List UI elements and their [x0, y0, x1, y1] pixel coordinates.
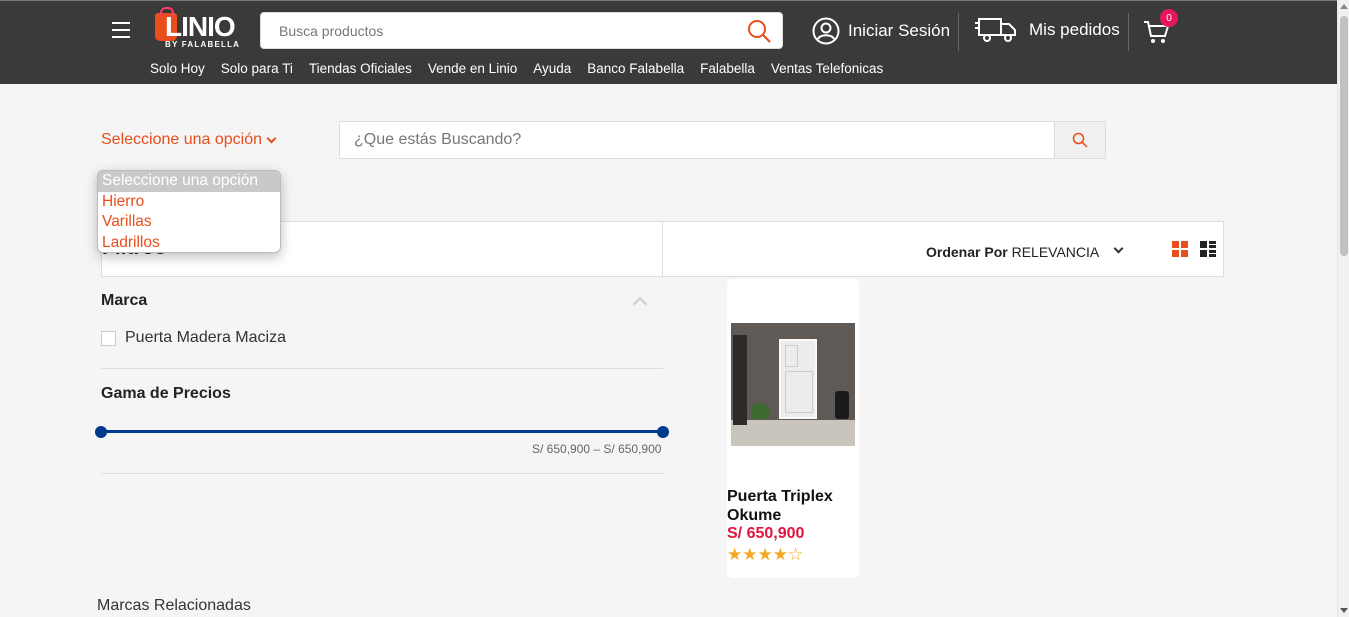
- main-search-input[interactable]: [340, 122, 1055, 158]
- price-slider-max-handle[interactable]: [657, 426, 669, 438]
- price-slider-track: [101, 430, 663, 433]
- search-icon: [1072, 132, 1088, 148]
- orders-link[interactable]: Mis pedidos: [975, 15, 1120, 45]
- product-image[interactable]: [731, 323, 855, 446]
- brand-checkbox[interactable]: [101, 330, 116, 346]
- nav-tiendas-oficiales[interactable]: Tiendas Oficiales: [309, 61, 412, 76]
- brand-filter-title: Marca: [101, 292, 148, 309]
- top-nav: Solo Hoy Solo para Ti Tiendas Oficiales …: [150, 61, 883, 76]
- list-view-icon[interactable]: [1200, 241, 1216, 257]
- related-brands-title: Marcas Relacionadas: [97, 597, 251, 614]
- nav-solo-para-ti[interactable]: Solo para Ti: [221, 61, 293, 76]
- scroll-down-arrow-icon[interactable]: [1340, 608, 1348, 613]
- divider: [1128, 13, 1129, 51]
- header-search: [260, 12, 783, 49]
- search-icon[interactable]: [746, 18, 772, 44]
- product-card[interactable]: Puerta Triplex Okume S/ 650,900 ★★★★☆: [727, 279, 859, 578]
- price-slider[interactable]: [95, 426, 669, 438]
- logo-text: LINIO: [165, 11, 236, 42]
- main-search-button[interactable]: [1054, 122, 1105, 158]
- orders-label: Mis pedidos: [1029, 20, 1120, 39]
- brand-option-label: Puerta Madera Maciza: [125, 329, 286, 346]
- price-slider-min-handle[interactable]: [95, 426, 107, 438]
- header-search-input[interactable]: [261, 13, 731, 48]
- main-search: [339, 121, 1106, 159]
- cart-count-badge: 0: [1160, 9, 1178, 27]
- grid-view-icon[interactable]: [1172, 241, 1188, 257]
- price-range-text: S/ 650,900 – S/ 650,900: [532, 442, 662, 456]
- user-icon: [812, 17, 840, 45]
- category-select-label: Seleccione una opción: [101, 131, 263, 148]
- nav-ventas-telefonicas[interactable]: Ventas Telefonicas: [771, 61, 883, 76]
- menu-icon[interactable]: [112, 22, 130, 38]
- option-varillas[interactable]: Varillas: [98, 212, 280, 233]
- product-name[interactable]: Puerta Triplex Okume: [727, 487, 859, 525]
- top-header: LINIO BY FALABELLA Iniciar Sesión Mis pe…: [0, 0, 1337, 84]
- option-ladrillos[interactable]: Ladrillos: [98, 233, 280, 253]
- sort-label: Ordenar Por: [926, 244, 1008, 260]
- truck-icon: [975, 18, 1016, 42]
- sort-bar: Ordenar Por RELEVANCIA: [663, 221, 1224, 277]
- chevron-down-icon: [266, 133, 277, 143]
- nav-solo-hoy[interactable]: Solo Hoy: [150, 61, 205, 76]
- sort-value: RELEVANCIA: [1011, 244, 1100, 260]
- product-rating-stars: ★★★★☆: [727, 545, 804, 564]
- nav-falabella[interactable]: Falabella: [700, 61, 755, 76]
- scroll-thumb[interactable]: [1340, 16, 1348, 256]
- nav-vende-en-linio[interactable]: Vende en Linio: [428, 61, 517, 76]
- category-dropdown-list: Seleccione una opción Hierro Varillas La…: [97, 170, 281, 253]
- option-hierro[interactable]: Hierro: [98, 192, 280, 213]
- brand-option[interactable]: Puerta Madera Maciza: [101, 329, 286, 347]
- option-placeholder[interactable]: Seleccione una opción: [98, 171, 280, 192]
- chevron-up-icon[interactable]: [632, 296, 648, 312]
- login-label: Iniciar Sesión: [848, 21, 951, 40]
- page-scrollbar[interactable]: [1337, 0, 1349, 617]
- linio-logo[interactable]: LINIO BY FALABELLA: [155, 7, 245, 51]
- divider: [101, 368, 663, 369]
- nav-ayuda[interactable]: Ayuda: [533, 61, 571, 76]
- category-select[interactable]: Seleccione una opción: [101, 131, 277, 149]
- chevron-down-icon[interactable]: [1113, 243, 1124, 254]
- divider: [101, 473, 663, 474]
- product-price: S/ 650,900: [727, 525, 805, 542]
- price-filter-title: Gama de Precios: [101, 385, 231, 402]
- scroll-up-arrow-icon[interactable]: [1340, 4, 1348, 9]
- login-link[interactable]: Iniciar Sesión: [812, 17, 950, 45]
- divider: [958, 13, 959, 51]
- logo-subtext: BY FALABELLA: [165, 40, 241, 49]
- sort-dropdown[interactable]: Ordenar Por RELEVANCIA: [926, 244, 1099, 260]
- nav-banco-falabella[interactable]: Banco Falabella: [587, 61, 684, 76]
